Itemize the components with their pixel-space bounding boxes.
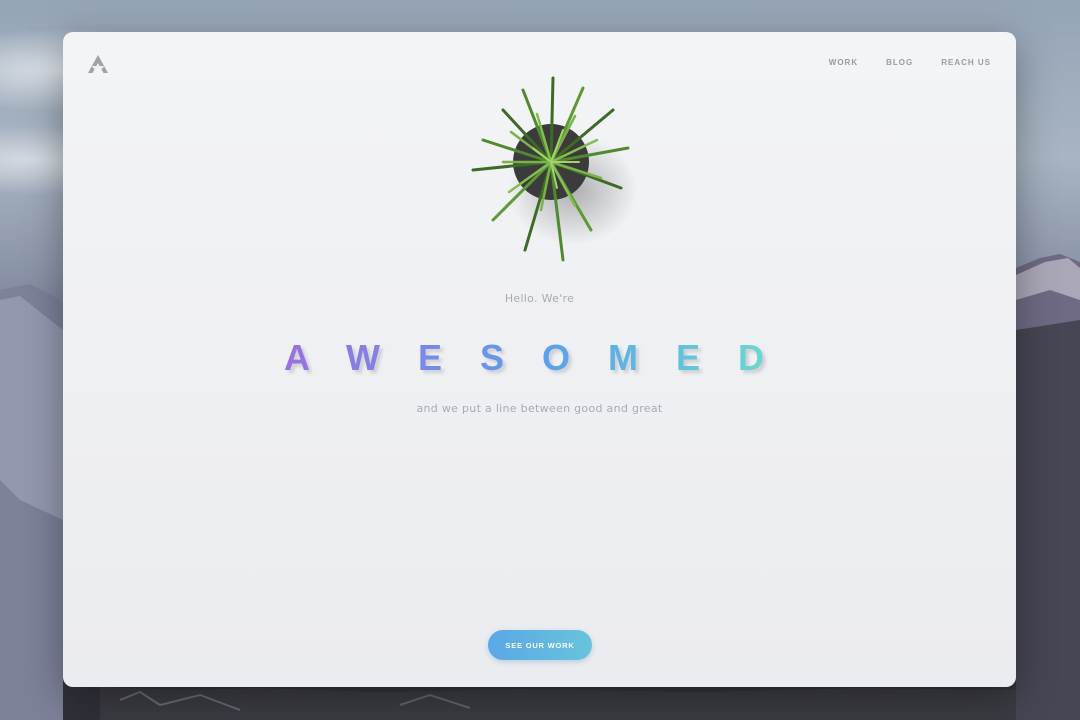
hero-greeting: Hello. We're [504,292,575,305]
hero-card: WORK BLOG REACH US Hello. We're AWESOMED… [63,32,1016,687]
top-nav: WORK BLOG REACH US [829,58,991,67]
see-our-work-label: SEE OUR WORK [505,640,575,650]
brand-wordmark: AWESOMED [284,337,802,378]
nav-item-reach-us[interactable]: REACH US [941,58,991,67]
hero-tagline: and we put a line between good and great [416,402,663,415]
see-our-work-button[interactable]: SEE OUR WORK [488,630,592,660]
a-logo-icon[interactable] [87,54,109,74]
nav-item-blog[interactable]: BLOG [886,58,913,67]
succulent-plant-illustration [471,76,638,262]
brand-wordmark-text: AWESOMED [284,337,802,378]
nav-item-work[interactable]: WORK [829,58,858,67]
